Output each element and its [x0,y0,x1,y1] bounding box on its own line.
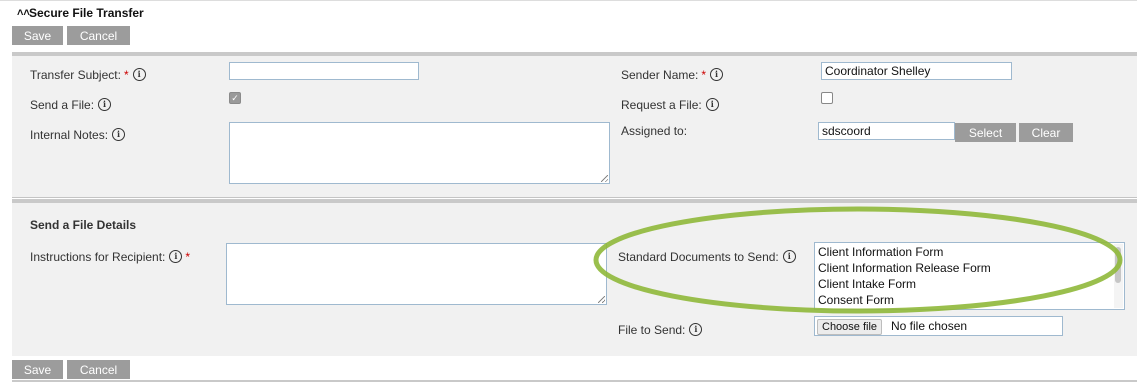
info-icon[interactable]: i [132,68,146,81]
select-button[interactable]: Select [955,123,1016,142]
cancel-button[interactable]: Cancel [67,26,130,45]
info-icon[interactable]: i [169,250,183,263]
save-button[interactable]: Save [12,26,63,45]
file-to-send-label: File to Send: i [618,323,703,337]
info-icon[interactable]: i [98,98,112,111]
required-mark: * [123,68,129,82]
no-file-text: No file chosen [891,319,968,333]
required-mark: * [185,250,191,264]
info-icon[interactable]: i [112,128,126,141]
transfer-subject-label: Transfer Subject: * i [30,68,146,82]
double-chevron-up-icon[interactable]: ˄˄ [17,7,30,19]
send-file-checkbox[interactable]: ✓ [229,92,241,104]
internal-notes-label: Internal Notes: i [30,128,126,142]
clear-button[interactable]: Clear [1019,123,1073,142]
page-title: Secure File Transfer [29,6,144,20]
transfer-details-section: Transfer Subject: * i Sender Name: * i Coord… [12,52,1137,198]
internal-notes-textarea[interactable] [229,122,610,184]
info-icon[interactable]: i [705,98,719,111]
choose-file-button[interactable]: Choose file [817,319,883,335]
divider [12,380,1137,382]
assigned-to-label: Assigned to: [621,124,688,138]
assigned-to-input[interactable]: sdscoord [818,122,955,140]
footer-save-button[interactable]: Save [12,360,63,379]
required-mark: * [701,68,707,82]
info-icon[interactable]: i [689,323,703,336]
send-file-label: Send a File: i [30,98,112,112]
section-heading: Send a File Details [30,218,137,232]
footer-cancel-button[interactable]: Cancel [67,360,130,379]
info-icon[interactable]: i [710,68,724,81]
header-bar [0,0,1137,53]
transfer-subject-input[interactable] [229,62,419,80]
instructions-label: Instructions for Recipient: i * [30,250,191,264]
sender-name-input[interactable]: Coordinator Shelley [821,62,1012,80]
highlight-ellipse-stroke [593,206,1123,314]
request-file-checkbox[interactable] [821,92,833,104]
instructions-textarea[interactable] [226,243,607,305]
highlight-ellipse [593,206,1123,314]
file-input[interactable]: Choose file No file chosen [814,316,1063,336]
resize-handle-icon[interactable] [601,175,608,182]
request-file-label: Request a File: i [621,98,719,112]
sender-name-label: Sender Name: * i [621,68,724,82]
